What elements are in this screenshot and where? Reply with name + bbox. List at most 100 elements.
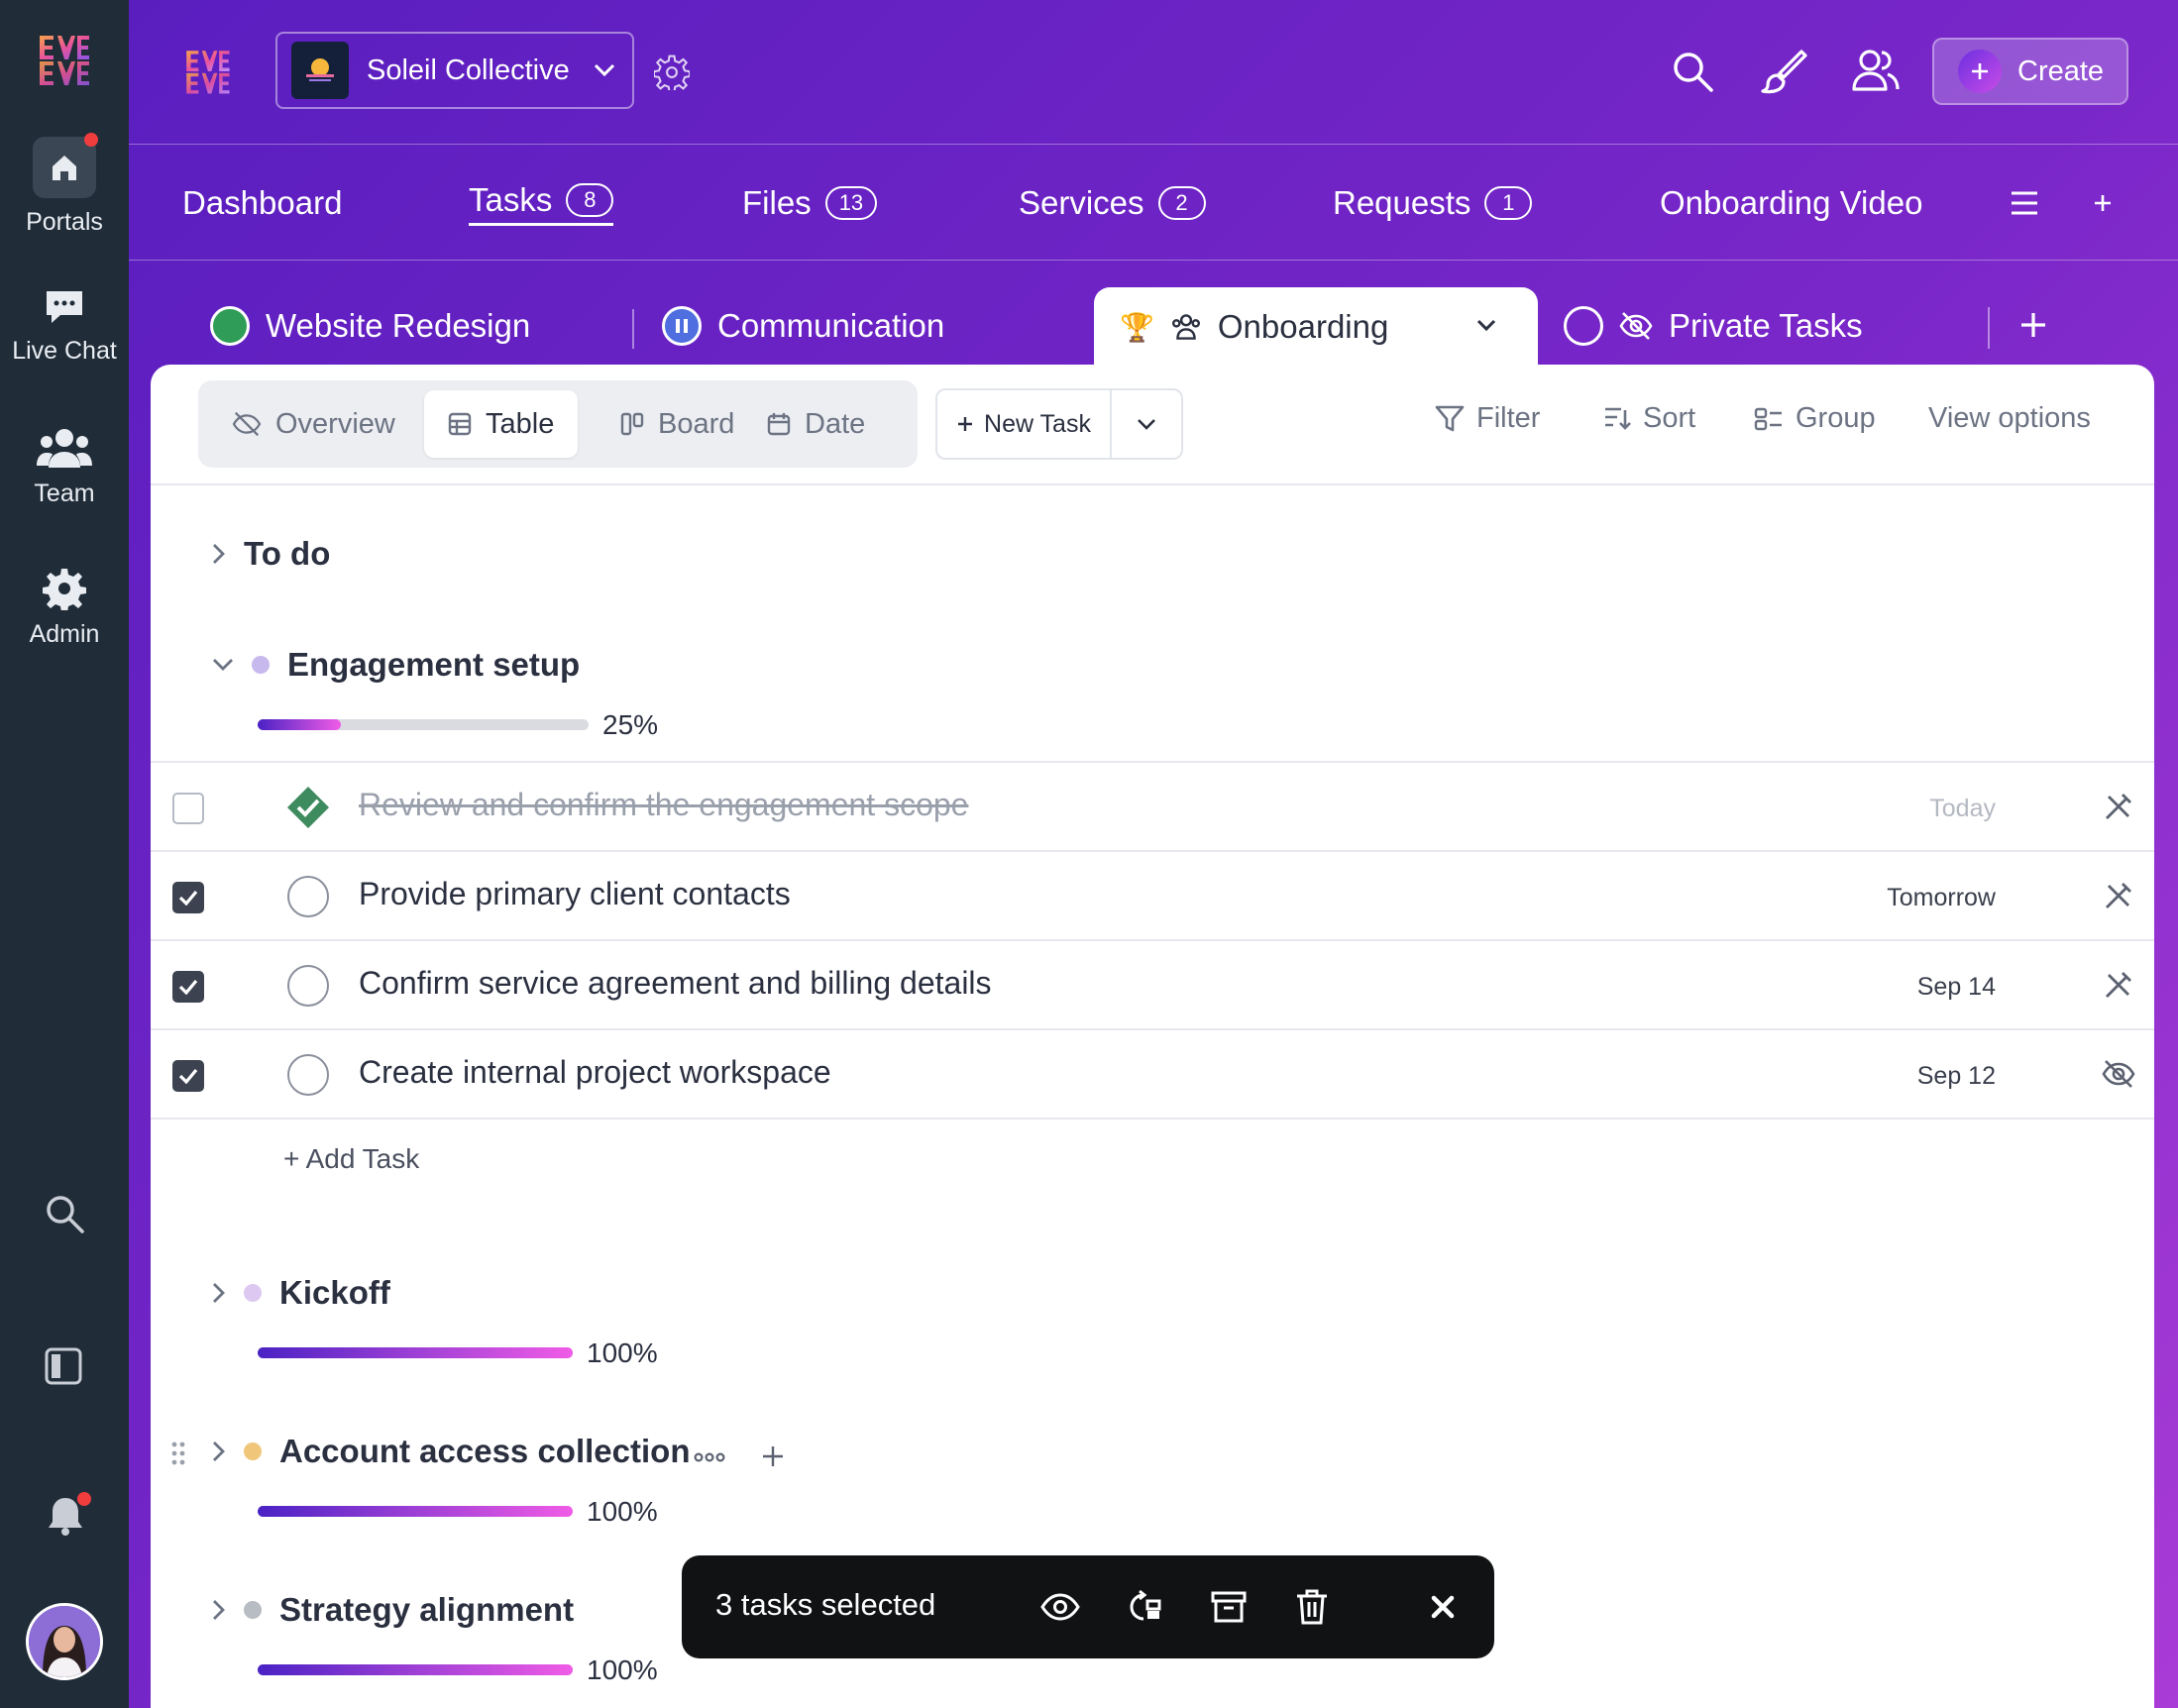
app-logo[interactable] <box>36 30 91 89</box>
view-label: Table <box>486 407 555 440</box>
workspace-settings-icon[interactable] <box>652 54 692 95</box>
menu-icon[interactable] <box>2010 190 2039 221</box>
new-task-button-group: New Task <box>935 388 1183 460</box>
group-title: Engagement setup <box>287 646 581 683</box>
group-header-account-access[interactable]: Account access collection <box>212 1433 690 1470</box>
rail-label: Team <box>34 480 95 507</box>
drag-handle-icon[interactable] <box>170 1441 186 1471</box>
table-row[interactable]: Confirm service agreement and billing de… <box>151 941 2154 1030</box>
nav-label: Services <box>1019 184 1144 221</box>
no-assignee-icon[interactable] <box>2101 967 2136 1003</box>
task-title[interactable]: Create internal project workspace <box>359 1054 831 1091</box>
group-color-dot <box>244 1442 262 1460</box>
view-options-label: View options <box>1928 402 2091 434</box>
nav-requests[interactable]: Requests 1 <box>1333 180 1533 226</box>
top-header: Soleil Collective Create <box>129 0 2178 145</box>
add-tab-icon[interactable] <box>2019 311 2047 344</box>
view-date[interactable]: Date <box>743 390 889 458</box>
status-circle-icon[interactable] <box>287 876 329 917</box>
more-options-icon[interactable] <box>694 1450 725 1468</box>
chevron-down-icon <box>213 659 233 671</box>
workspace-logo[interactable] <box>182 46 232 102</box>
chevron-right-icon <box>213 544 225 564</box>
rail-live-chat[interactable]: Live Chat <box>0 287 129 366</box>
task-date[interactable]: Sep 14 <box>1917 973 1996 1002</box>
row-checkbox[interactable] <box>172 793 204 824</box>
chevron-down-icon[interactable] <box>1476 319 1496 332</box>
sort-label: Sort <box>1643 402 1696 434</box>
row-checkbox[interactable] <box>172 971 204 1003</box>
tab-onboarding[interactable]: 🏆 Onboarding <box>1094 287 1538 367</box>
rail-portals[interactable]: Portals <box>0 133 129 237</box>
eye-icon[interactable] <box>1040 1587 1080 1627</box>
search-icon[interactable] <box>44 1193 85 1239</box>
no-assignee-icon[interactable] <box>2101 878 2136 913</box>
group-button[interactable]: Group <box>1754 402 1876 435</box>
toolbar-divider <box>151 483 2154 485</box>
view-options-button[interactable]: View options <box>1928 402 2091 435</box>
new-task-dropdown[interactable] <box>1112 390 1181 458</box>
add-task-icon[interactable] <box>761 1444 785 1473</box>
sort-icon <box>1605 407 1631 430</box>
sidebar-toggle-icon[interactable] <box>45 1347 82 1390</box>
tab-website-redesign[interactable]: Website Redesign <box>210 287 530 365</box>
close-icon[interactable] <box>1423 1587 1463 1627</box>
status-circle-icon[interactable] <box>287 1054 329 1096</box>
tab-communication[interactable]: Communication <box>662 287 944 365</box>
tab-private-tasks[interactable]: Private Tasks <box>1564 287 1863 365</box>
task-title[interactable]: Review and confirm the engagement scope <box>359 787 968 823</box>
view-table[interactable]: Table <box>424 390 579 458</box>
workspace-switcher[interactable]: Soleil Collective <box>275 32 634 109</box>
progress-percent: 100% <box>587 1496 658 1527</box>
nav-onboarding-video[interactable]: Onboarding Video <box>1660 180 1922 226</box>
status-circle-icon[interactable] <box>287 965 329 1007</box>
task-title[interactable]: Confirm service agreement and billing de… <box>359 965 992 1002</box>
group-header-strategy[interactable]: Strategy alignment <box>212 1591 574 1629</box>
group-header-engagement-setup[interactable]: Engagement setup <box>212 646 580 684</box>
row-checkbox[interactable] <box>172 1060 204 1092</box>
selection-count: 3 tasks selected <box>715 1587 936 1622</box>
archive-icon[interactable] <box>1209 1587 1249 1627</box>
create-button[interactable]: Create <box>1932 38 2128 105</box>
table-row[interactable]: Create internal project workspace Sep 12 <box>151 1030 2154 1120</box>
add-task-link[interactable]: + Add Task <box>283 1143 419 1175</box>
nav-files[interactable]: Files 13 <box>742 180 878 226</box>
bell-icon[interactable] <box>44 1492 91 1538</box>
nav-dashboard[interactable]: Dashboard <box>182 180 342 226</box>
table-row[interactable]: Review and confirm the engagement scope … <box>151 763 2154 852</box>
task-date[interactable]: Today <box>1929 795 1996 823</box>
move-icon[interactable] <box>1124 1587 1163 1627</box>
task-date[interactable]: Sep 12 <box>1917 1062 1996 1091</box>
add-nav-icon[interactable] <box>2092 192 2114 219</box>
new-task-button[interactable]: New Task <box>937 390 1112 458</box>
plus-icon <box>1958 50 2002 93</box>
notification-dot <box>84 133 98 147</box>
rail-admin[interactable]: Admin <box>0 567 129 649</box>
table-row[interactable]: Provide primary client contacts Tomorrow <box>151 852 2154 941</box>
progress-fill <box>258 1664 573 1675</box>
no-assignee-icon[interactable] <box>2101 789 2136 824</box>
eye-off-icon[interactable] <box>2101 1056 2136 1092</box>
rail-team[interactable]: Team <box>0 426 129 508</box>
nav-tasks[interactable]: Tasks 8 <box>469 180 614 226</box>
trash-icon[interactable] <box>1292 1587 1332 1627</box>
completed-icon[interactable] <box>285 785 331 835</box>
nav-services[interactable]: Services 2 <box>1019 180 1206 226</box>
group-header-todo[interactable]: To do <box>212 535 330 573</box>
view-overview[interactable]: Overview <box>208 390 419 458</box>
task-date[interactable]: Tomorrow <box>1887 884 1996 912</box>
user-avatar[interactable] <box>26 1603 103 1680</box>
group-header-kickoff[interactable]: Kickoff <box>212 1274 390 1312</box>
progress-bar <box>258 1347 573 1358</box>
search-icon[interactable] <box>1671 50 1714 98</box>
filter-button[interactable]: Filter <box>1435 402 1540 435</box>
users-icon[interactable] <box>1851 48 1901 98</box>
task-panel: Overview Table Board Date New Task Filte… <box>151 365 2154 1708</box>
status-circle-icon <box>210 306 250 346</box>
view-board[interactable]: Board <box>597 390 758 458</box>
task-title[interactable]: Provide primary client contacts <box>359 876 791 912</box>
chat-icon <box>47 291 82 323</box>
sort-button[interactable]: Sort <box>1603 402 1695 435</box>
brush-icon[interactable] <box>1760 48 1807 100</box>
row-checkbox[interactable] <box>172 882 204 913</box>
